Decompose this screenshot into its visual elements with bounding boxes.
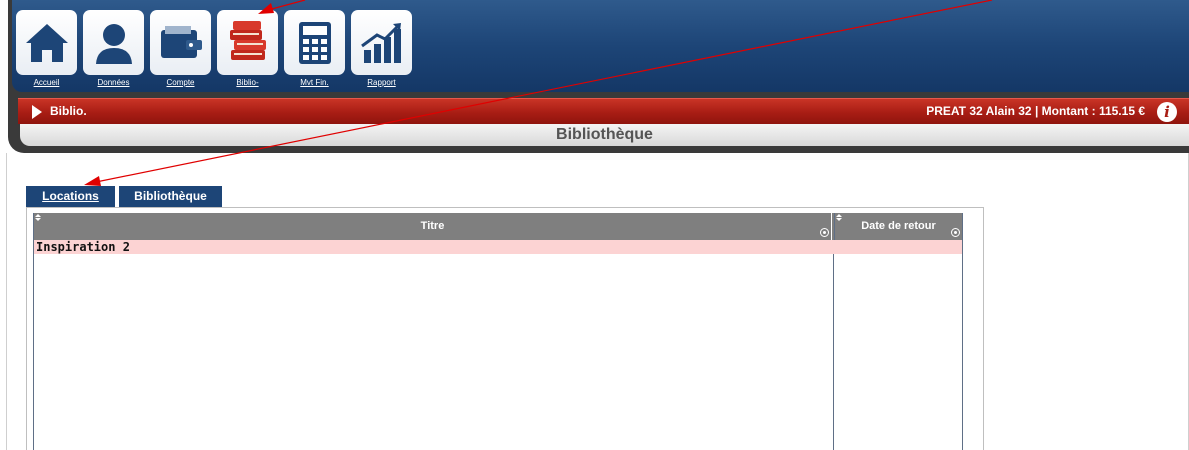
nav-biblio[interactable]: Biblio- <box>217 10 278 90</box>
page-title: Bibliothèque <box>556 126 653 143</box>
user-icon <box>83 10 144 75</box>
column-divider <box>833 240 834 450</box>
nav-label-mvt-fin: Mvt Fin. <box>300 78 329 87</box>
home-icon <box>16 10 77 75</box>
main-nav: Accueil Données Compte Biblio- Mvt Fin. <box>16 10 412 90</box>
nav-label-compte: Compte <box>166 78 195 87</box>
nav-accueil[interactable]: Accueil <box>16 10 77 90</box>
column-label-titre: Titre <box>420 220 445 232</box>
nav-donnees[interactable]: Données <box>83 10 144 90</box>
tab-locations[interactable]: Locations <box>26 186 115 207</box>
calculator-icon <box>284 10 345 75</box>
nav-label-donnees: Données <box>97 78 130 87</box>
nav-rapport[interactable]: Rapport <box>351 10 412 90</box>
column-header-date-retour[interactable]: Date de retour <box>834 213 962 240</box>
wallet-icon <box>150 10 211 75</box>
grid-header: Titre Date de retour <box>34 213 962 240</box>
cell-titre: Inspiration 2 <box>36 240 130 254</box>
locations-grid: Titre Date de retour Inspiration 2 <box>26 207 984 450</box>
status-bar: Biblio. PREAT 32 Alain 32 | Montant : 11… <box>18 98 1189 124</box>
user-balance-info: PREAT 32 Alain 32 | Montant : 115.15 € <box>926 104 1145 118</box>
sort-icon[interactable] <box>836 214 842 222</box>
table-row[interactable]: Inspiration 2 <box>34 240 962 254</box>
column-menu-icon[interactable] <box>951 228 960 237</box>
app-window: Accueil Données Compte Biblio- Mvt Fin. <box>0 0 1189 450</box>
breadcrumb[interactable]: Biblio. <box>50 104 87 118</box>
tab-bibliotheque[interactable]: Bibliothèque <box>119 186 222 207</box>
grid-body: Titre Date de retour Inspiration 2 <box>33 213 963 450</box>
column-header-titre[interactable]: Titre <box>34 213 832 240</box>
info-icon[interactable]: i <box>1157 102 1177 122</box>
nav-label-biblio: Biblio- <box>236 78 259 87</box>
column-menu-icon[interactable] <box>820 228 829 237</box>
nav-compte[interactable]: Compte <box>150 10 211 90</box>
title-strip: Bibliothèque <box>20 124 1189 146</box>
nav-label-accueil: Accueil <box>33 78 60 87</box>
column-label-date-retour: Date de retour <box>861 220 936 232</box>
sort-icon[interactable] <box>35 214 41 222</box>
breadcrumb-arrow-icon <box>32 105 42 119</box>
tab-bar: Locations Bibliothèque <box>26 186 222 207</box>
books-icon <box>217 10 278 75</box>
nav-label-rapport: Rapport <box>367 78 396 87</box>
chart-icon <box>351 10 412 75</box>
nav-mvt-fin[interactable]: Mvt Fin. <box>284 10 345 90</box>
